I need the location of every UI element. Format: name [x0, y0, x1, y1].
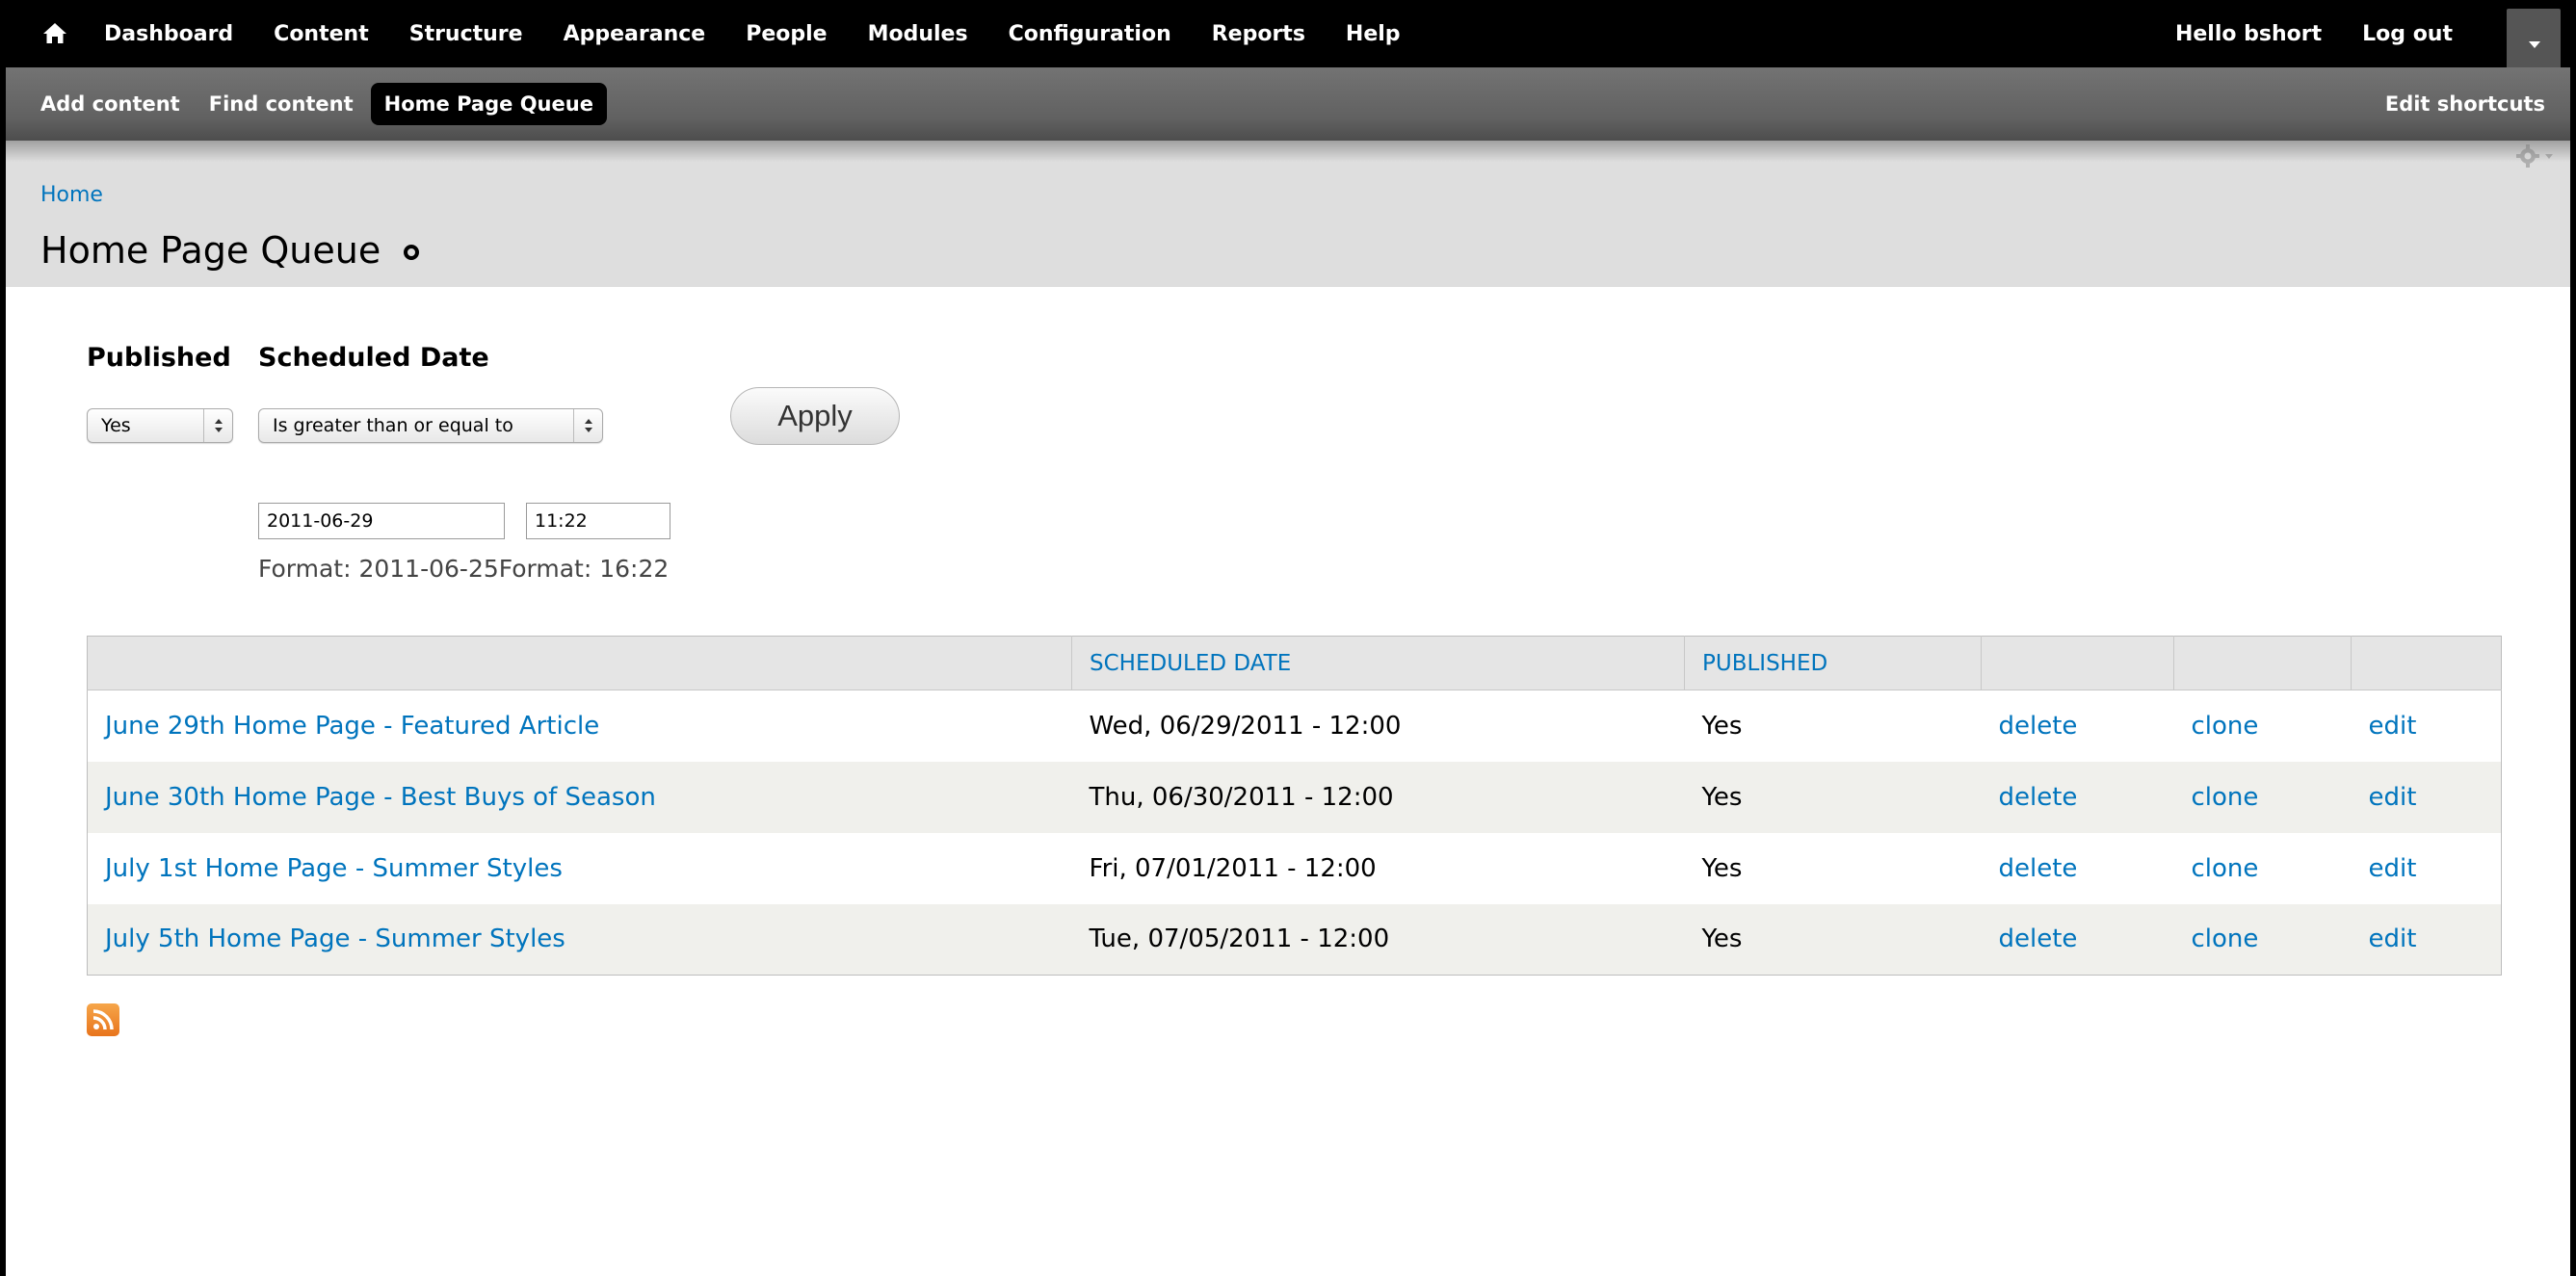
row-clone-link[interactable]: clone	[2173, 690, 2352, 762]
page-title: Home Page Queue	[40, 229, 420, 272]
header-shadow	[6, 141, 2570, 162]
shortcut-star-icon[interactable]	[404, 245, 420, 260]
row-published: Yes	[1684, 690, 1982, 762]
menu-item-dashboard[interactable]: Dashboard	[104, 22, 233, 46]
row-clone-link[interactable]: clone	[2173, 903, 2352, 976]
table-row: July 5th Home Page - Summer Styles Tue, …	[87, 903, 2502, 976]
row-clone-link[interactable]: clone	[2173, 832, 2352, 904]
row-delete-link[interactable]: delete	[1981, 690, 2174, 762]
shortcut-find-content[interactable]: Find content	[209, 92, 354, 116]
breadcrumb[interactable]: Home	[40, 183, 103, 207]
row-title-link[interactable]: June 29th Home Page - Featured Article	[87, 690, 1072, 762]
column-header-published[interactable]: PUBLISHED	[1684, 636, 1982, 690]
row-published: Yes	[1684, 832, 1982, 904]
gear-icon[interactable]	[2512, 141, 2557, 175]
column-header-scheduled-date[interactable]: SCHEDULED DATE	[1071, 636, 1685, 690]
time-input[interactable]	[526, 503, 670, 539]
edit-shortcuts-link[interactable]: Edit shortcuts	[2385, 67, 2545, 141]
row-title-link[interactable]: July 1st Home Page - Summer Styles	[87, 832, 1072, 904]
shortcut-add-content[interactable]: Add content	[40, 92, 180, 116]
user-greeting: Hello bshort	[2175, 22, 2322, 46]
published-select-value: Yes	[101, 415, 131, 436]
column-header-delete	[1981, 636, 2174, 690]
select-arrows-icon	[203, 409, 232, 442]
row-clone-link[interactable]: clone	[2173, 761, 2352, 833]
row-delete-link[interactable]: delete	[1981, 903, 2174, 976]
admin-toolbar: Dashboard Content Structure Appearance P…	[6, 0, 2570, 70]
home-icon[interactable]	[40, 19, 69, 48]
published-filter-label: Published	[87, 343, 231, 373]
menu-item-structure[interactable]: Structure	[409, 22, 523, 46]
scheduled-date-filter-label: Scheduled Date	[258, 343, 489, 373]
shortcuts-bar: Add content Find content Home Page Queue…	[6, 67, 2570, 141]
menu-item-appearance[interactable]: Appearance	[564, 22, 706, 46]
logout-link[interactable]: Log out	[2362, 22, 2453, 46]
row-published: Yes	[1684, 903, 1982, 976]
admin-menu: Dashboard Content Structure Appearance P…	[104, 0, 1441, 67]
operator-select[interactable]: Is greater than or equal to	[258, 408, 603, 443]
column-header-clone	[2173, 636, 2352, 690]
row-published: Yes	[1684, 761, 1982, 833]
row-edit-link[interactable]: edit	[2351, 761, 2502, 833]
page-title-text: Home Page Queue	[40, 229, 381, 272]
table-row: July 1st Home Page - Summer Styles Fri, …	[87, 832, 2502, 904]
row-edit-link[interactable]: edit	[2351, 903, 2502, 976]
table-header-row: SCHEDULED DATE PUBLISHED	[87, 636, 2502, 690]
shortcut-links: Add content Find content Home Page Queue	[40, 67, 636, 141]
queue-table: SCHEDULED DATE PUBLISHED June 29th Home …	[87, 636, 2502, 976]
select-arrows-icon	[573, 409, 602, 442]
rss-feed-icon[interactable]	[87, 1003, 119, 1036]
column-header-title	[87, 636, 1072, 690]
published-select[interactable]: Yes	[87, 408, 233, 443]
table-row: June 29th Home Page - Featured Article W…	[87, 690, 2502, 762]
user-menu: Hello bshort Log out	[2175, 0, 2570, 70]
menu-item-configuration[interactable]: Configuration	[1009, 22, 1171, 46]
page-frame: Dashboard Content Structure Appearance P…	[6, 0, 2570, 1276]
apply-button[interactable]: Apply	[730, 387, 900, 445]
menu-item-help[interactable]: Help	[1346, 22, 1401, 46]
page-header: Home Home Page Queue	[6, 141, 2570, 287]
date-format-hint: Format: 2011-06-25Format: 16:22	[258, 555, 669, 583]
row-delete-link[interactable]: delete	[1981, 832, 2174, 904]
row-scheduled-date: Wed, 06/29/2011 - 12:00	[1071, 690, 1685, 762]
date-format-text: Format: 2011-06-25	[258, 555, 499, 583]
row-edit-link[interactable]: edit	[2351, 832, 2502, 904]
row-scheduled-date: Fri, 07/01/2011 - 12:00	[1071, 832, 1685, 904]
menu-item-content[interactable]: Content	[274, 22, 369, 46]
shortcut-home-page-queue[interactable]: Home Page Queue	[370, 83, 607, 125]
row-edit-link[interactable]: edit	[2351, 690, 2502, 762]
toolbar-drawer-icon[interactable]	[2507, 9, 2561, 70]
username[interactable]: bshort	[2244, 22, 2322, 46]
table-row: June 30th Home Page - Best Buys of Seaso…	[87, 761, 2502, 833]
date-input[interactable]	[258, 503, 505, 539]
column-header-edit	[2351, 636, 2502, 690]
row-title-link[interactable]: June 30th Home Page - Best Buys of Seaso…	[87, 761, 1072, 833]
time-format-text: Format: 16:22	[498, 555, 670, 583]
menu-item-reports[interactable]: Reports	[1212, 22, 1305, 46]
menu-item-people[interactable]: People	[746, 22, 827, 46]
operator-select-value: Is greater than or equal to	[273, 415, 513, 436]
menu-item-modules[interactable]: Modules	[868, 22, 968, 46]
row-title-link[interactable]: July 5th Home Page - Summer Styles	[87, 903, 1072, 976]
row-scheduled-date: Thu, 06/30/2011 - 12:00	[1071, 761, 1685, 833]
greeting-prefix: Hello	[2174, 21, 2245, 46]
row-delete-link[interactable]: delete	[1981, 761, 2174, 833]
row-scheduled-date: Tue, 07/05/2011 - 12:00	[1071, 903, 1685, 976]
